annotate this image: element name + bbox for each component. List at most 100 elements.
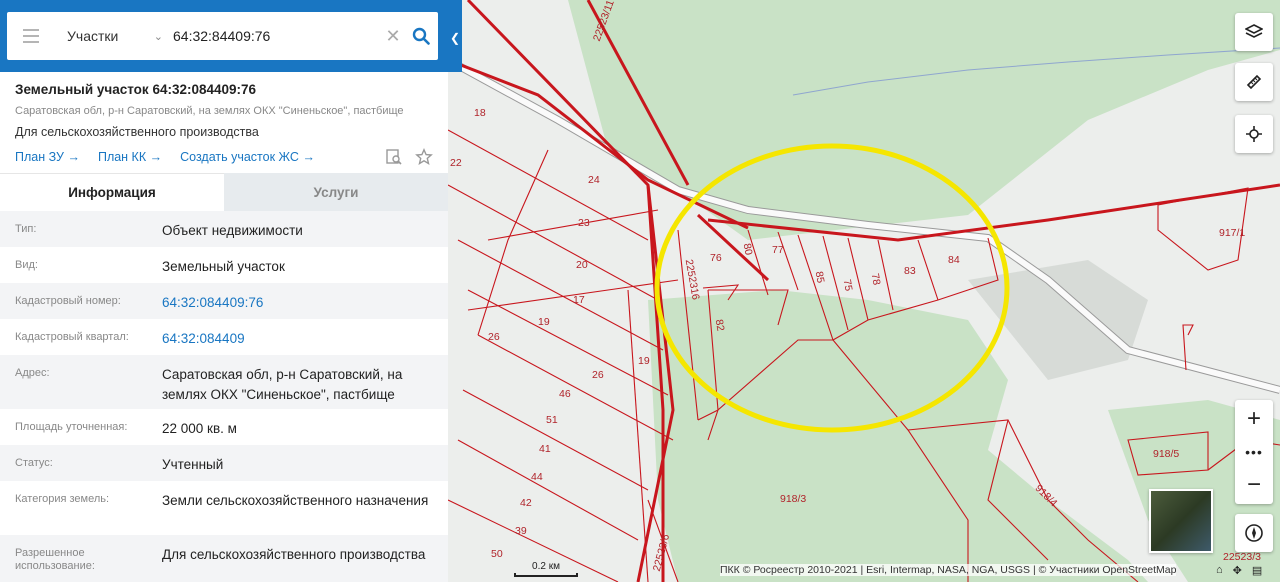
parcel-label: 84: [948, 254, 960, 266]
plan-zu-label: План ЗУ: [15, 150, 64, 164]
zoom-out-button[interactable]: −: [1247, 472, 1261, 498]
parcel-address: Саратовская обл, р-н Саратовский, на зем…: [15, 105, 404, 117]
parcel-label: 918/3: [780, 493, 806, 505]
plan-kk-label: План КК: [97, 150, 147, 164]
search-box: Участки ⌄ ✕: [7, 12, 438, 60]
info-key: Кадастровый номер:: [15, 295, 121, 307]
tab-services[interactable]: Услуги: [224, 173, 448, 211]
crosshair-icon: [1246, 126, 1262, 142]
parcel-use: Для сельскохозяйственного производства: [15, 125, 259, 139]
search-mode-select[interactable]: Участки ⌄: [67, 28, 163, 44]
cadastral-quarter-link[interactable]: 64:32:084409: [162, 319, 438, 355]
parcel-label: 18: [474, 107, 486, 119]
info-key: Кадастровый квартал:: [15, 331, 129, 343]
parcel-label: 82: [713, 318, 727, 332]
find-on-map-icon[interactable]: [385, 148, 403, 166]
parcel-label: 19: [538, 316, 550, 328]
parcel-label: 24: [588, 174, 600, 186]
info-row-cadastral-number: Кадастровый номер: 64:32:084409:76: [0, 283, 448, 319]
info-key: Категория земель:: [15, 493, 110, 505]
parcel-label: 918/5: [1153, 448, 1179, 460]
parcel-label: 22: [450, 157, 462, 169]
info-key: Статус:: [15, 457, 53, 469]
parcel-header: Земельный участок 64:32:084409:76 Сарато…: [0, 72, 448, 167]
plan-kk-link[interactable]: План КК →: [98, 150, 162, 164]
info-value: Учтенный: [162, 457, 224, 472]
header-bar: Участки ⌄ ✕ ❮: [0, 0, 462, 72]
info-key: Площадь уточненная:: [15, 421, 128, 433]
info-row-category: Категория земель: Земли сельскохозяйстве…: [0, 481, 448, 535]
create-parcel-label: Создать участок ЖС: [180, 150, 299, 164]
info-value: Земли сельскохозяйственного назначения: [162, 493, 429, 508]
parcel-label: 41: [539, 443, 551, 455]
collapse-panel-button[interactable]: ❮: [448, 18, 462, 58]
info-value: Земельный участок: [162, 259, 285, 274]
map-attribution: ПКК © Росреестр 2010-2021 | Esri, Interm…: [720, 564, 1177, 576]
info-table: Тип: Объект недвижимости Вид: Земельный …: [0, 211, 448, 582]
measure-button[interactable]: [1235, 63, 1273, 101]
basemap-thumbnail[interactable]: [1149, 489, 1213, 553]
layers-button[interactable]: [1235, 13, 1273, 51]
star-icon[interactable]: [415, 148, 433, 166]
parcel-label: 77: [772, 244, 784, 256]
parcel-label: 75: [841, 278, 855, 292]
create-parcel-link[interactable]: Создать участок ЖС →: [180, 150, 315, 164]
parcel-label: 44: [531, 471, 543, 483]
zoom-in-button[interactable]: +: [1247, 406, 1261, 432]
zoom-controls: + ••• −: [1235, 400, 1273, 504]
info-row-cadastral-quarter: Кадастровый квартал: 64:32:084409: [0, 319, 448, 355]
info-key: Тип:: [15, 223, 37, 235]
parcel-label: 46: [559, 388, 571, 400]
parcel-label: 42: [520, 497, 532, 509]
info-key: Вид:: [15, 259, 38, 271]
tab-info[interactable]: Информация: [0, 173, 224, 211]
parcel-label: 51: [546, 414, 558, 426]
info-row-status: Статус: Учтенный: [0, 445, 448, 481]
panel-tabs: Информация Услуги: [0, 173, 448, 211]
info-row-permitted-use: Разрешенное использование: Для сельскохо…: [0, 535, 448, 582]
info-row-kind: Вид: Земельный участок: [0, 247, 448, 283]
parcel-label: 23: [578, 217, 590, 229]
parcel-label: 39: [515, 525, 527, 537]
print-icon[interactable]: ▤: [1252, 564, 1262, 577]
parcel-label: 80: [741, 242, 755, 256]
info-row-area: Площадь уточненная: 22 000 кв. м: [0, 409, 448, 445]
info-row-type: Тип: Объект недвижимости: [0, 211, 448, 247]
parcel-label: 17: [573, 294, 585, 306]
parcel-label: 19: [638, 355, 650, 367]
info-key: Адрес:: [15, 367, 50, 379]
search-input[interactable]: [173, 28, 378, 44]
locate-button[interactable]: [1235, 115, 1273, 153]
home-icon[interactable]: ⌂: [1216, 564, 1223, 577]
cadastral-number-link[interactable]: 64:32:084409:76: [162, 283, 438, 319]
parcel-label: 76: [710, 252, 722, 264]
compass-button[interactable]: [1235, 514, 1273, 552]
clear-icon[interactable]: ✕: [382, 26, 404, 47]
parcel-label: 78: [869, 272, 883, 286]
info-value: Саратовская обл, р-н Саратовский, на зем…: [162, 367, 403, 402]
parcel-label: 22523/3: [1223, 551, 1261, 563]
parcel-label: 50: [491, 548, 503, 560]
menu-icon[interactable]: [23, 29, 39, 43]
parcel-label: 85: [813, 270, 827, 284]
scale-label: 0.2 км: [532, 561, 560, 572]
parcel-label: 20: [576, 259, 588, 271]
parcel-label: 83: [904, 265, 916, 277]
scale-bar: 0.2 км: [514, 561, 578, 577]
ruler-icon: [1246, 74, 1262, 90]
search-mode-label: Участки: [67, 28, 119, 44]
chevron-down-icon: ⌄: [153, 30, 163, 43]
parcel-title: Земельный участок 64:32:084409:76: [15, 82, 257, 97]
parcel-label: 26: [488, 331, 500, 343]
info-key: Разрешенное использование:: [15, 547, 95, 572]
info-value: 22 000 кв. м: [162, 421, 237, 436]
cadastral-map[interactable]: 18 22 24 23 20 17 19 26 19 26 46 51 41 4…: [448, 0, 1280, 582]
plan-zu-link[interactable]: План ЗУ →: [15, 150, 80, 164]
more-icon[interactable]: •••: [1245, 445, 1263, 459]
locate-icon[interactable]: ✥: [1233, 564, 1242, 577]
info-value: Для сельскохозяйственного производства: [162, 547, 426, 562]
info-panel: Земельный участок 64:32:084409:76 Сарато…: [0, 0, 448, 582]
parcel-links: План ЗУ → План КК → Создать участок ЖС →: [15, 147, 433, 167]
bottom-map-icons: ⌂ ✥ ▤: [1216, 564, 1262, 577]
search-icon[interactable]: [410, 25, 432, 47]
